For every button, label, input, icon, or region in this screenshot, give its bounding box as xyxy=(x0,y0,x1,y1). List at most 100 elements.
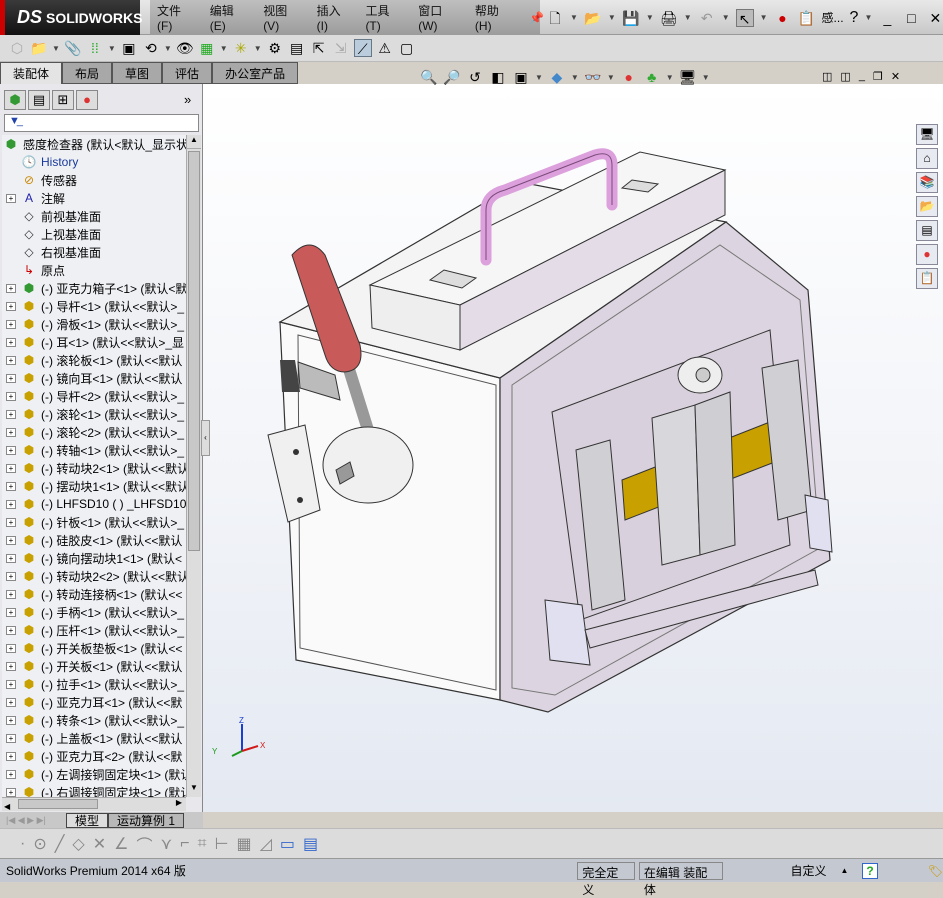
mate-icon[interactable]: 📎 xyxy=(64,39,82,57)
tree-item[interactable]: + ⬢ (-) 镜向耳<1> (默认<<默认 xyxy=(2,369,186,387)
circle-icon[interactable]: ⊙ xyxy=(33,834,46,854)
home-icon[interactable]: ⌂ xyxy=(916,148,938,169)
menu-tools[interactable]: 工具(T) xyxy=(358,2,411,33)
print-icon[interactable]: 🖨 xyxy=(660,9,678,27)
move-component-icon[interactable]: ⟲ xyxy=(142,39,160,57)
dimension-icon[interactable]: ⊢ xyxy=(215,834,229,854)
tree-item[interactable]: + ⬢ (-) 亚克力耳<1> (默认<<默 xyxy=(2,693,186,711)
expand-icon[interactable]: + xyxy=(6,391,16,401)
show-hidden-icon[interactable]: 👁 xyxy=(176,39,194,57)
tree-item[interactable]: ⊘ 传感器 xyxy=(2,171,186,189)
design-library-icon[interactable]: 📚 xyxy=(916,172,938,193)
pin-icon[interactable]: 📌 xyxy=(522,9,544,27)
tree-item[interactable]: + ⬢ (-) 亚克力耳<2> (默认<<默 xyxy=(2,747,186,765)
section-view-icon[interactable]: ◧ xyxy=(489,68,507,86)
snapshot-icon[interactable]: ▢ xyxy=(398,39,416,57)
solidworks-resources-icon[interactable]: 🖥 xyxy=(916,124,938,145)
view-palette-icon[interactable]: ▤ xyxy=(916,220,938,241)
minimize-icon[interactable]: _ xyxy=(878,9,896,27)
tree-root[interactable]: ⬢ 感度检查器 (默认<默认_显示状态-1>) xyxy=(2,135,186,153)
tree-item[interactable]: + ⬢ (-) 拉手<1> (默认<<默认>_ xyxy=(2,675,186,693)
tree-item[interactable]: + ⬢ (-) 镜向摆动块1<1> (默认< xyxy=(2,549,186,567)
tree-item[interactable]: + ⬢ (-) 亚克力箱子<1> (默认<默 xyxy=(2,279,186,297)
tile-right-icon[interactable]: ◫ xyxy=(840,70,850,83)
save-icon[interactable]: 💾 xyxy=(622,9,640,27)
new-document-icon[interactable]: 🗋 xyxy=(546,9,564,27)
line-icon[interactable]: ╱ xyxy=(55,834,65,854)
expand-icon[interactable]: + xyxy=(6,301,16,311)
scroll-up-icon[interactable]: ▲ xyxy=(187,135,201,149)
tree-item[interactable]: + ⬢ (-) 耳<1> (默认<<默认>_显 xyxy=(2,333,186,351)
tree-vertical-scrollbar[interactable]: ▲ ▼ xyxy=(186,135,201,797)
expand-icon[interactable]: + xyxy=(6,661,16,671)
scroll-right-icon[interactable]: ▶ xyxy=(176,798,186,807)
expand-icon[interactable]: + xyxy=(6,715,16,725)
tab-navigation-arrows[interactable]: |◀ ◀ ▶ ▶| xyxy=(0,815,66,826)
expand-icon[interactable]: + xyxy=(6,409,16,419)
doc-minimize-icon[interactable]: _ xyxy=(859,70,865,83)
scroll-down-icon[interactable]: ▼ xyxy=(187,783,201,797)
tree-item[interactable]: + ⬢ (-) 转动块2<2> (默认<<默认 xyxy=(2,567,186,585)
units-status[interactable]: 自定义 xyxy=(727,862,826,879)
tree-item[interactable]: + ⬢ (-) 针板<1> (默认<<默认>_ xyxy=(2,513,186,531)
expand-icon[interactable]: + xyxy=(6,319,16,329)
tree-item[interactable]: + ⬢ (-) 压杆<1> (默认<<默认>_ xyxy=(2,621,186,639)
tree-item[interactable]: + ⬢ (-) 滚轮<2> (默认<<默认>_ xyxy=(2,423,186,441)
grid-icon[interactable]: ▦ xyxy=(236,834,251,854)
display-manager-tab-icon[interactable]: ● xyxy=(76,90,98,110)
tab-motion-study[interactable]: 运动算例 1 xyxy=(108,812,185,828)
point-icon[interactable]: · xyxy=(20,835,25,853)
expand-icon[interactable]: + xyxy=(6,787,16,797)
h-scroll-thumb[interactable] xyxy=(17,799,98,809)
angle-icon[interactable]: ∠ xyxy=(114,834,128,854)
options-icon[interactable]: 📋 xyxy=(798,9,816,27)
bill-of-materials-icon[interactable]: ▤ xyxy=(288,39,306,57)
undo-icon[interactable]: ↶ xyxy=(698,9,716,27)
assembly-features-icon[interactable]: ▦ xyxy=(198,39,216,57)
file-explorer-icon[interactable]: 📂 xyxy=(916,196,938,217)
triangle-icon[interactable]: ◿ xyxy=(260,834,272,854)
update-speedpak-icon[interactable]: ⚠ xyxy=(376,39,394,57)
custom-properties-icon[interactable]: 📋 xyxy=(916,268,938,289)
tree-item[interactable]: ◇ 前视基准面 xyxy=(2,207,186,225)
tab-layout[interactable]: 布局 xyxy=(62,62,113,84)
tree-item[interactable]: + ⬢ (-) 硅胶皮<1> (默认<<默认 xyxy=(2,531,186,549)
tree-item[interactable]: + ⬢ (-) 上盖板<1> (默认<<默认 xyxy=(2,729,186,747)
menu-edit[interactable]: 编辑(E) xyxy=(203,2,256,33)
expand-icon[interactable]: + xyxy=(6,697,16,707)
window-icon[interactable]: ▭ xyxy=(280,834,295,854)
linear-pattern-icon[interactable]: ⁞⁞ xyxy=(86,39,104,57)
menu-window[interactable]: 窗口(W) xyxy=(411,2,468,33)
menu-file[interactable]: 文件(F) xyxy=(150,2,203,33)
display-style-icon[interactable]: ◆ xyxy=(548,68,566,86)
tree-horizontal-scrollbar[interactable]: ◀ ▶ xyxy=(2,797,186,811)
expand-icon[interactable]: + xyxy=(6,643,16,653)
view-orientation-icon[interactable]: ▣ xyxy=(512,68,530,86)
tile-left-icon[interactable]: ◫ xyxy=(822,70,832,83)
tree-item[interactable]: + ⬢ (-) 导杆<1> (默认<<默认>_ xyxy=(2,297,186,315)
tree-item[interactable]: + A 注解 xyxy=(2,189,186,207)
help-icon[interactable]: ? xyxy=(862,862,878,879)
units-up-icon[interactable]: ▲ xyxy=(841,866,849,875)
table-icon[interactable]: ▤ xyxy=(303,834,318,854)
rebuild-traffic-light-icon[interactable]: ● xyxy=(774,9,792,27)
appearances-icon[interactable]: ● xyxy=(916,244,938,265)
tree-item[interactable]: + ⬢ (-) 转轴<1> (默认<<默认>_ xyxy=(2,441,186,459)
maximize-icon[interactable]: □ xyxy=(902,9,920,27)
select-cursor-icon[interactable]: ↖ xyxy=(735,8,754,27)
tree-item[interactable]: + ⬢ (-) 右调接铜固定块<1> (默认 xyxy=(2,783,186,797)
tree-item[interactable]: + ⬢ (-) 开关板垫板<1> (默认<< xyxy=(2,639,186,657)
scroll-thumb[interactable] xyxy=(188,151,200,551)
tree-item[interactable]: + ⬢ (-) 左调接铜固定块<1> (默认 xyxy=(2,765,186,783)
tab-evaluate[interactable]: 评估 xyxy=(162,62,213,84)
expand-icon[interactable]: + xyxy=(6,607,16,617)
doc-close-icon[interactable]: ✕ xyxy=(891,70,900,83)
tree-item[interactable]: + ⬢ (-) 滑板<1> (默认<<默认>_ xyxy=(2,315,186,333)
tab-model[interactable]: 模型 xyxy=(66,812,109,828)
expand-panel-icon[interactable]: » xyxy=(184,92,191,107)
apply-scene-icon[interactable]: ♣ xyxy=(643,68,661,86)
hide-show-items-icon[interactable]: 👓 xyxy=(584,68,602,86)
expand-icon[interactable]: + xyxy=(6,499,16,509)
expand-icon[interactable]: + xyxy=(6,193,16,203)
tree-item[interactable]: + ⬢ (-) 导杆<2> (默认<<默认>_ xyxy=(2,387,186,405)
